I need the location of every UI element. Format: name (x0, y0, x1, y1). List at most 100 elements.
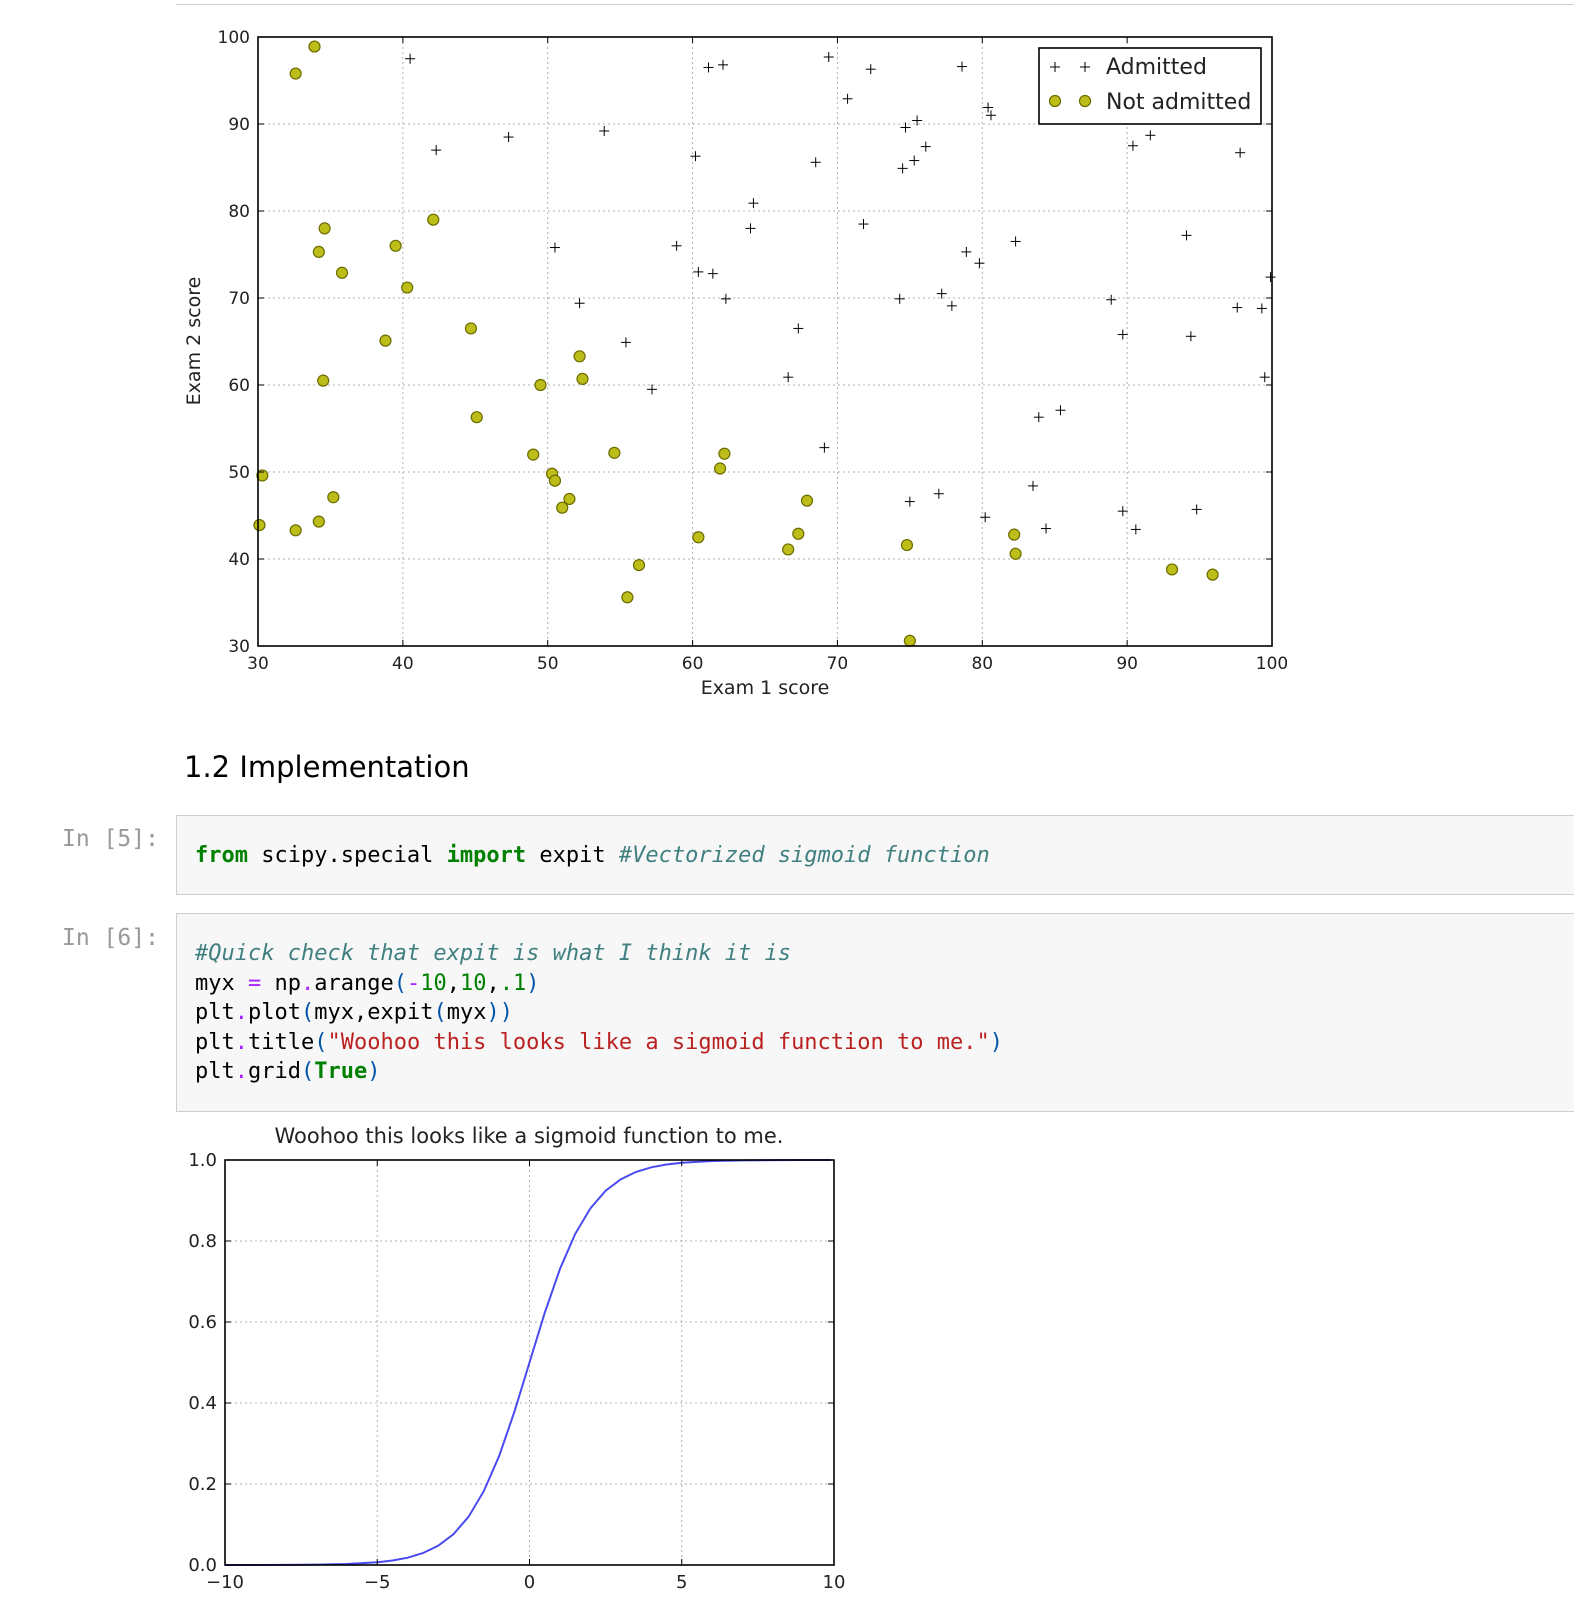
y-tick-label: 60 (228, 376, 250, 396)
code-token: np (261, 970, 301, 996)
admitted-point (647, 384, 658, 395)
y-tick-label: 80 (228, 202, 250, 222)
admitted-point (707, 268, 718, 279)
code-token: myx,expit (314, 1000, 434, 1025)
not-admitted-point (289, 67, 302, 80)
code-token: - (406, 970, 421, 996)
y-tick-label: 30 (228, 637, 250, 657)
not-admitted-point (573, 350, 586, 363)
not-admitted-point (327, 491, 340, 504)
code-token: import (446, 843, 527, 868)
code-token: ) (989, 1029, 1003, 1055)
admitted-point (1191, 504, 1202, 515)
sigmoid-line-plot: Woohoo this looks like a sigmoid functio… (188, 1124, 846, 1593)
code-token: , (486, 970, 500, 996)
not-admitted-point (427, 213, 440, 226)
admitted-point (985, 110, 996, 121)
admitted-point (1181, 230, 1192, 241)
code-token: expit (526, 843, 619, 868)
code-token: . (234, 1000, 248, 1025)
code-token: ) (526, 970, 540, 996)
admitted-point (894, 293, 905, 304)
admitted-point (980, 512, 991, 523)
not-admitted-point (576, 372, 589, 386)
sigmoid-plot-title: Woohoo this looks like a sigmoid functio… (275, 1124, 784, 1148)
admitted-point (858, 219, 869, 230)
code-token: ( (300, 1000, 315, 1025)
y-tick-label: 0.8 (188, 1231, 217, 1252)
not-admitted-point (903, 634, 916, 647)
code-token: ( (393, 970, 407, 996)
code-token: "Woohoo this looks like a sigmoid functi… (327, 1029, 990, 1055)
not-admitted-point (527, 448, 540, 461)
code-token: ) (367, 1059, 381, 1084)
not-admitted-point (692, 531, 705, 544)
not-admitted-point (312, 515, 325, 528)
scatter-xlabel: Exam 1 score (701, 677, 830, 699)
code-cell-5[interactable]: from scipy.special import expit #Vectori… (176, 815, 1574, 895)
code-token: ( (300, 1059, 315, 1084)
admitted-point (671, 240, 682, 251)
admitted-point (1232, 302, 1243, 313)
code-cell-6[interactable]: #Quick check that expit is what I think … (176, 913, 1574, 1112)
code-line: myx = np.arange(-10,10,.1) (195, 971, 539, 996)
y-tick-label: 0.4 (188, 1393, 217, 1414)
admitted-point (1033, 412, 1044, 423)
admitted-point (690, 151, 701, 162)
x-tick-label: 10 (823, 1572, 846, 1593)
sigmoid-curve (225, 1159, 831, 1566)
admitted-point (1117, 329, 1128, 340)
not-admitted-point (308, 40, 321, 53)
admitted-point (703, 62, 714, 73)
code-line: from scipy.special import expit #Vectori… (195, 843, 990, 868)
code-token: . (234, 1059, 248, 1084)
code-token: plt (195, 1059, 235, 1084)
not-admitted-point (389, 239, 402, 252)
x-tick-label: 0 (524, 1572, 535, 1593)
code-token: grid (248, 1059, 301, 1084)
code-token: 10 (459, 970, 487, 996)
section-heading: 1.2 Implementation (184, 750, 470, 784)
admitted-point (1055, 405, 1066, 416)
admitted-point (823, 52, 834, 63)
admitted-point (1130, 524, 1141, 535)
admitted-point (904, 496, 915, 507)
admitted-point (865, 64, 876, 75)
admitted-point (909, 155, 920, 166)
legend-not-admitted-label: Not admitted (1106, 90, 1251, 115)
admitted-point (1027, 480, 1038, 491)
code-token: . (300, 970, 315, 996)
admitted-point (783, 372, 794, 383)
exam-scores-scatter-plot: 30 40 50 60 70 80 90 100 30 40 50 60 70 80 90 100 Exam … (183, 28, 1288, 699)
scatter-axes-frame (257, 36, 1273, 647)
admitted-point (620, 337, 631, 348)
x-tick-label: 80 (971, 654, 993, 674)
admitted-point (1127, 140, 1138, 151)
admitted-point (549, 242, 560, 253)
admitted-point (983, 102, 994, 113)
code-token: myx (446, 1000, 487, 1025)
admitted-point (933, 488, 944, 499)
admitted-point (1265, 272, 1276, 283)
x-tick-label: 70 (827, 654, 849, 674)
admitted-point (946, 300, 957, 311)
scatter-points (253, 40, 1276, 647)
code-token: myx (195, 970, 248, 996)
code-token: plt (195, 1000, 235, 1025)
not-admitted-point (379, 334, 392, 347)
not-admitted-point (1009, 547, 1022, 560)
not-admitted-point (782, 543, 795, 556)
x-tick-label: −5 (364, 1572, 391, 1593)
y-tick-label: 40 (228, 550, 250, 570)
code-line: plt.grid(True) (195, 1059, 380, 1084)
not-admitted-point (1165, 563, 1179, 576)
x-tick-label: 5 (676, 1572, 687, 1593)
code-line: plt.title("Woohoo this looks like a sigm… (195, 1030, 1003, 1055)
not-admitted-point (289, 524, 302, 537)
admitted-point (793, 323, 804, 334)
code-token: )) (486, 1000, 513, 1025)
not-admitted-point (1008, 528, 1021, 541)
scatter-legend: Admitted Not admitted (1038, 47, 1262, 125)
y-tick-label: 90 (228, 115, 250, 135)
not-admitted-point (548, 474, 562, 487)
